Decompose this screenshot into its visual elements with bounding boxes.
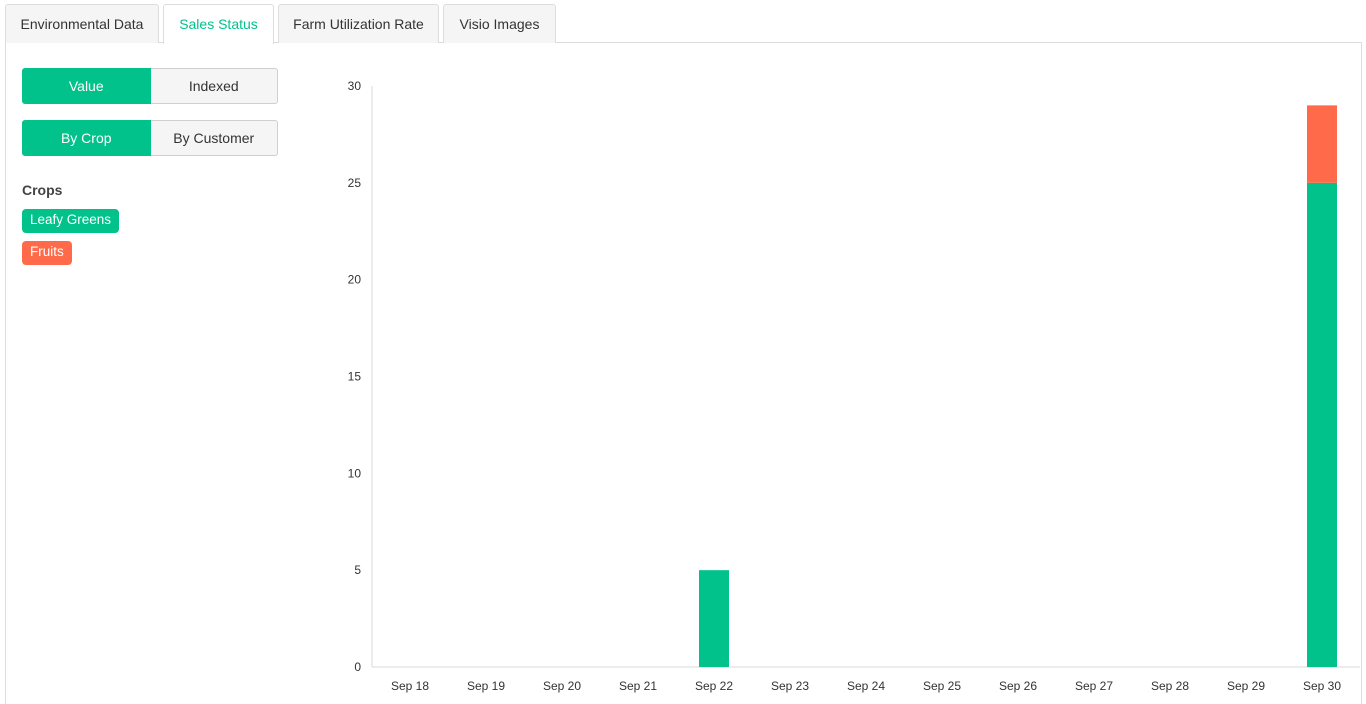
x-tick-label: Sep 20 xyxy=(543,679,581,693)
tab-farm-utilization-rate[interactable]: Farm Utilization Rate xyxy=(278,4,439,43)
x-tick-label: Sep 21 xyxy=(619,679,657,693)
y-tick-label: 15 xyxy=(348,370,362,384)
x-tick-label: Sep 28 xyxy=(1151,679,1189,693)
grouping-toggle: By Crop By Customer xyxy=(22,120,278,156)
y-tick-label: 20 xyxy=(348,273,362,287)
y-tick-label: 25 xyxy=(348,176,362,190)
sales-bar-chart: 0 5 10 15 20 25 30 Sep 18 Sep 19 Sep 20 Sep 21 Sep … xyxy=(348,79,1360,693)
indexed-button[interactable]: Indexed xyxy=(150,68,278,104)
bar-leafy-greens xyxy=(699,570,729,667)
bar-leafy-greens xyxy=(1307,182,1337,667)
y-tick-label: 10 xyxy=(348,466,362,480)
x-tick-label: Sep 23 xyxy=(771,679,809,693)
by-crop-button[interactable]: By Crop xyxy=(22,120,151,156)
x-tick-label: Sep 19 xyxy=(467,679,505,693)
crops-legend-title: Crops xyxy=(22,182,63,198)
x-tick-label: Sep 27 xyxy=(1075,679,1113,693)
x-tick-label: Sep 26 xyxy=(999,679,1037,693)
tab-visio-images[interactable]: Visio Images xyxy=(443,4,556,43)
y-tick-label: 30 xyxy=(348,79,362,93)
tab-sales-status[interactable]: Sales Status xyxy=(163,4,274,44)
legend-chip-leafy-greens[interactable]: Leafy Greens xyxy=(22,209,120,233)
x-tick-label: Sep 24 xyxy=(847,679,885,693)
tab-bar: Environmental Data Sales Status Farm Uti… xyxy=(5,4,1362,44)
y-tick-label: 0 xyxy=(354,660,361,674)
bar-fruits xyxy=(1307,105,1337,183)
x-tick-label: Sep 22 xyxy=(695,679,733,693)
tab-environmental-data[interactable]: Environmental Data xyxy=(5,4,159,43)
by-customer-button[interactable]: By Customer xyxy=(150,120,278,156)
mode-toggle: Value Indexed xyxy=(22,68,278,104)
y-tick-label: 5 xyxy=(354,563,361,577)
x-tick-label: Sep 30 xyxy=(1303,679,1341,693)
x-tick-label: Sep 29 xyxy=(1227,679,1265,693)
legend-chip-fruits[interactable]: Fruits xyxy=(22,241,72,265)
x-tick-label: Sep 18 xyxy=(391,679,429,693)
x-tick-label: Sep 25 xyxy=(923,679,961,693)
value-button[interactable]: Value xyxy=(22,68,151,104)
